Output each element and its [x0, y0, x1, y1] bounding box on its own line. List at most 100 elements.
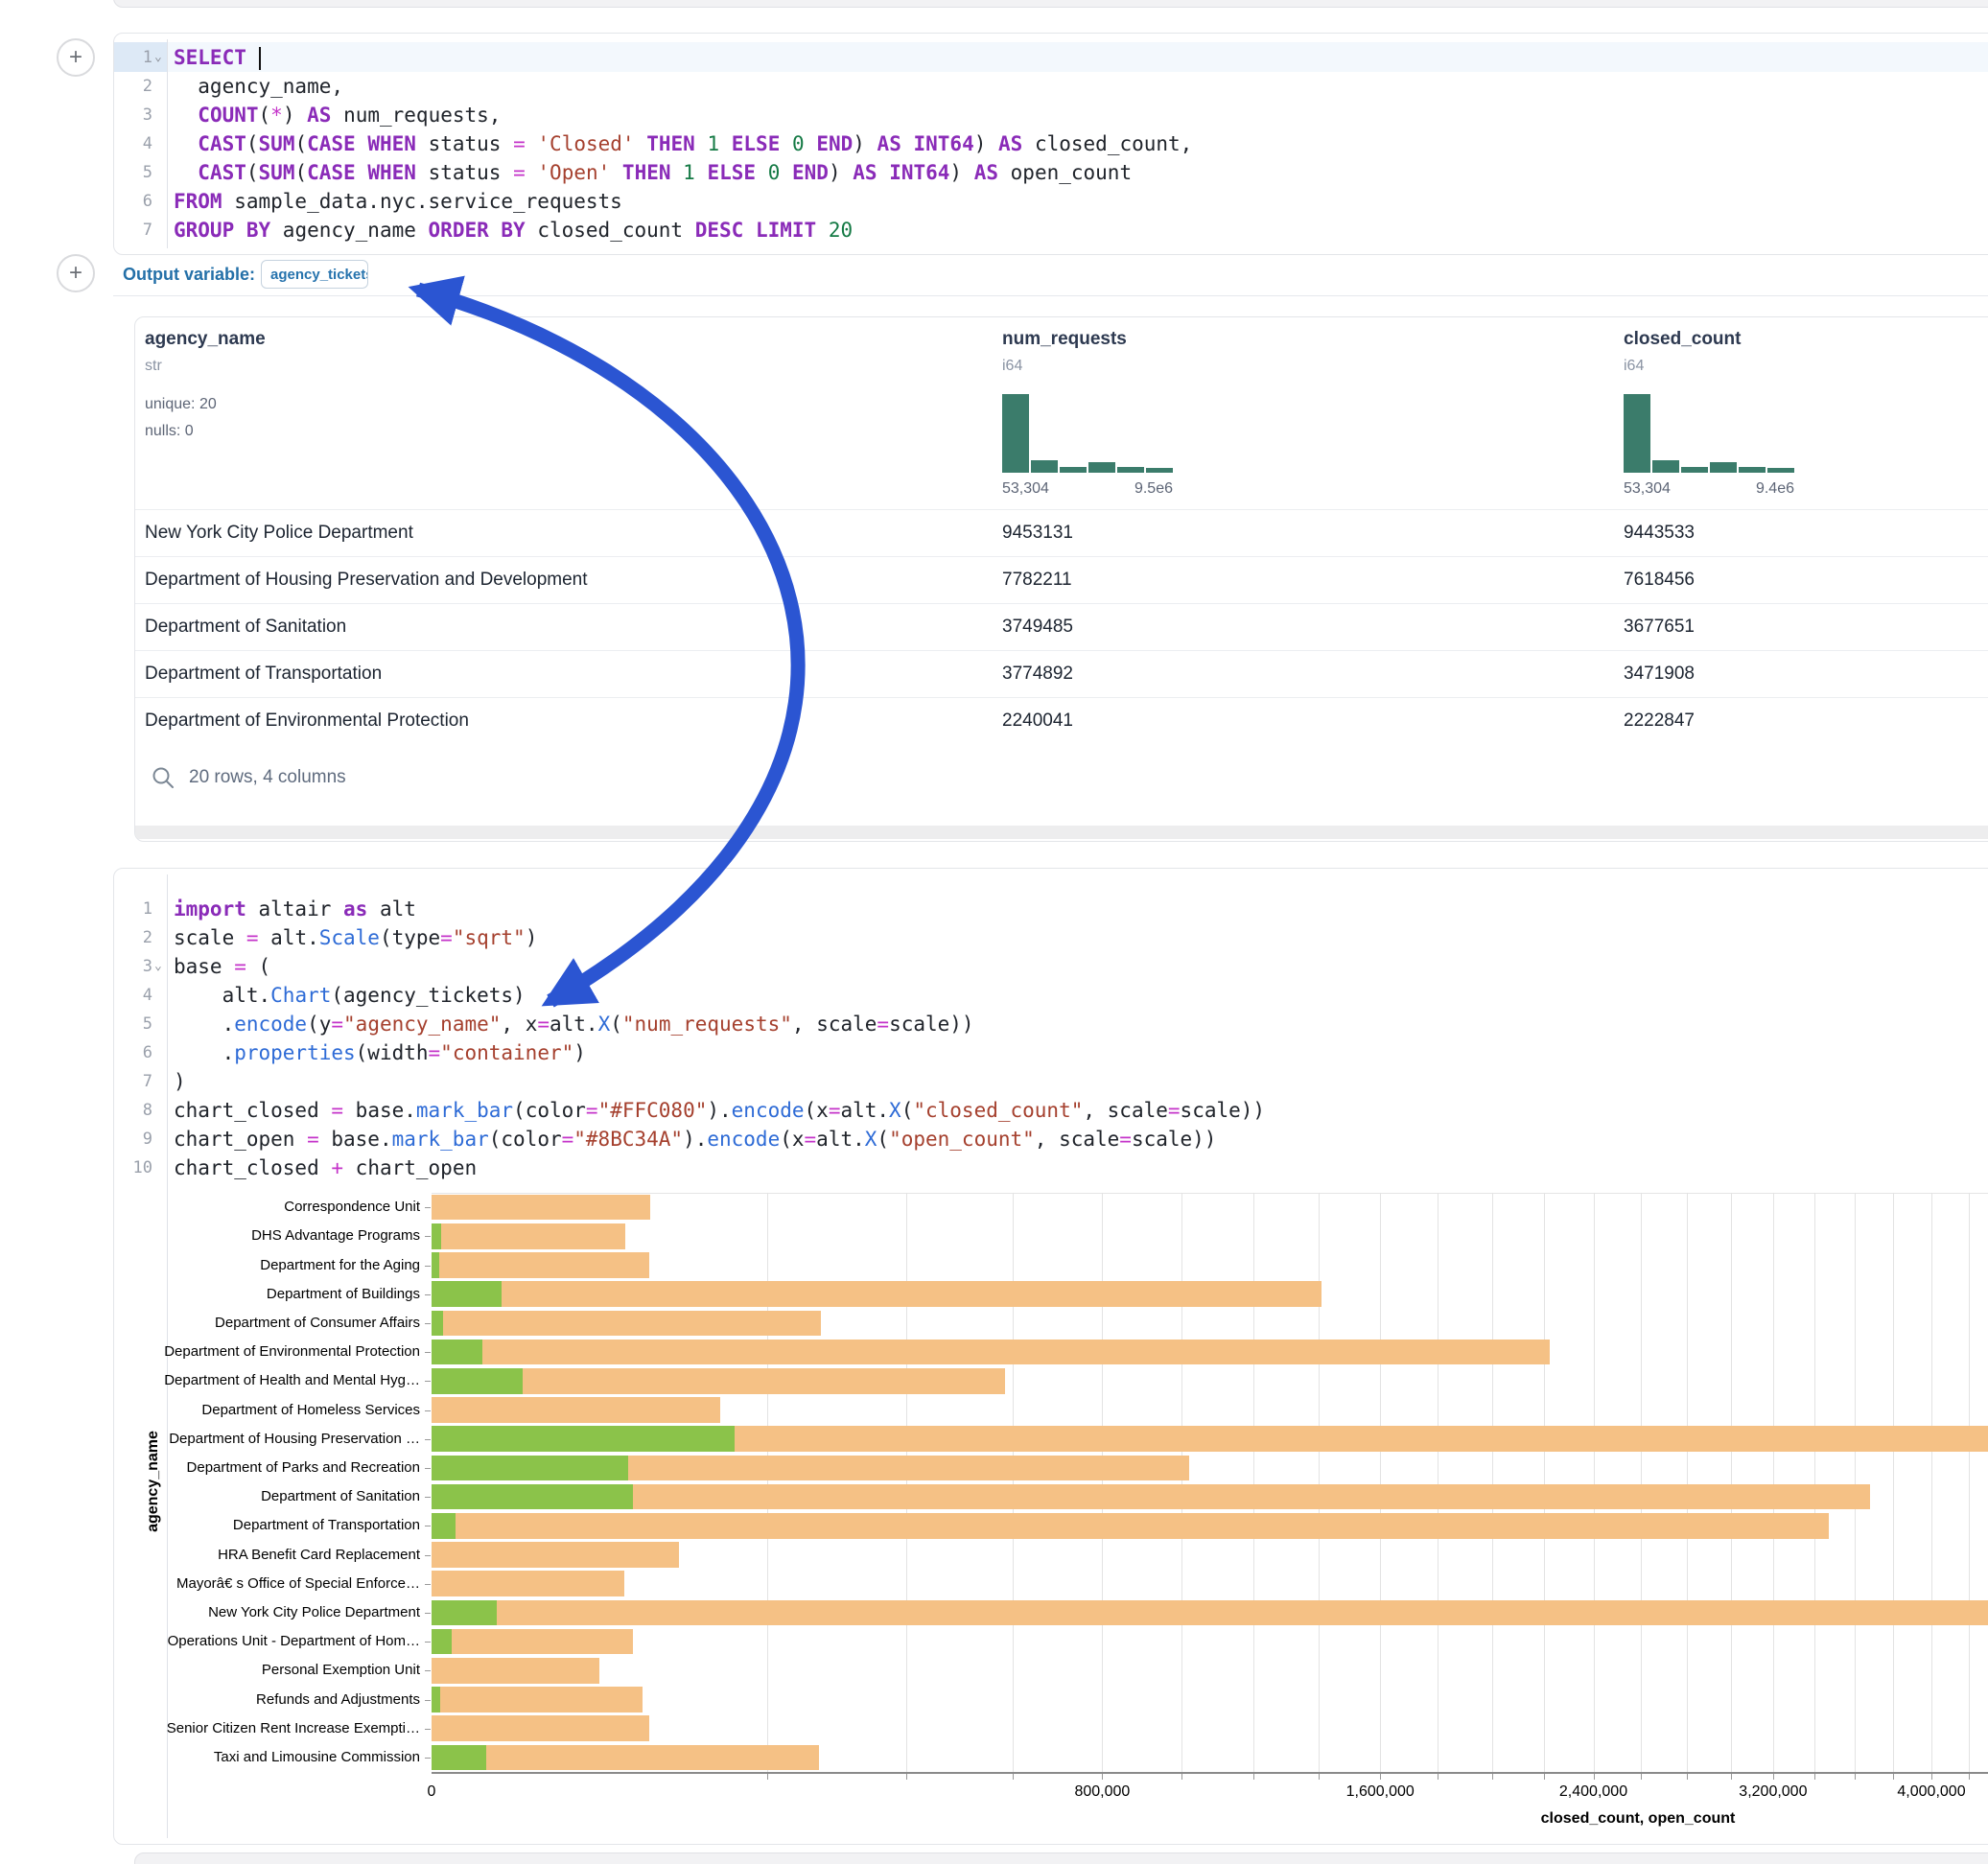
line-number: 2: [114, 72, 152, 101]
column-header-agency_name[interactable]: agency_namestrunique: 20nulls: 0: [145, 317, 461, 509]
code-line[interactable]: 9 chart_open = base.mark_bar(color="#8BC3…: [114, 1125, 1988, 1153]
code-line[interactable]: 4 alt.Chart(agency_tickets): [114, 981, 1988, 1010]
gutter-divider: [167, 39, 168, 248]
add-cell-button-middle[interactable]: +: [57, 254, 95, 292]
gutter-divider: [167, 874, 168, 1838]
table-row[interactable]: Department of Environmental Protection22…: [135, 697, 1988, 745]
code-text: SELECT: [174, 43, 261, 72]
column-type: i64: [1624, 358, 1644, 375]
code-line[interactable]: 6 .properties(width="container"): [114, 1038, 1988, 1067]
line-number: 3: [114, 952, 152, 981]
code-line[interactable]: 5 CAST(SUM(CASE WHEN status = 'Open' THE…: [114, 158, 1988, 187]
line-number: 1: [114, 895, 152, 923]
code-line[interactable]: 3 COUNT(*) AS num_requests,: [114, 101, 1988, 129]
table-cell: 3749485: [1002, 617, 1073, 638]
result-table-card: agency_namestrunique: 20nulls: 0num_requ…: [134, 316, 1988, 842]
line-number: 1: [114, 43, 152, 72]
collapse-caret-icon[interactable]: ⌄: [154, 43, 162, 72]
column-type: i64: [1002, 358, 1022, 375]
line-number: 6: [114, 187, 152, 216]
histogram-bar: [1117, 467, 1144, 473]
code-text: FROM sample_data.nyc.service_requests: [174, 187, 622, 216]
line-number: 7: [114, 216, 152, 245]
code-text: CAST(SUM(CASE WHEN status = 'Closed' THE…: [174, 129, 1192, 158]
line-number: 3: [114, 101, 152, 129]
line-number: 9: [114, 1125, 152, 1153]
code-line[interactable]: 8 chart_closed = base.mark_bar(color="#FF…: [114, 1096, 1988, 1125]
histogram-bar: [1088, 462, 1115, 473]
code-text: alt.Chart(agency_tickets): [174, 981, 526, 1010]
histogram-bar: [1060, 467, 1087, 473]
line-number: 4: [114, 129, 152, 158]
histogram-bar: [1710, 462, 1737, 473]
notebook-page: + + 1⌄SELECT 2 agency_name,3 COUNT(*) AS…: [0, 0, 1988, 1864]
table-cell: 3677651: [1624, 617, 1695, 638]
table-cell: Department of Transportation: [145, 664, 382, 685]
table-cell: Department of Housing Preservation and D…: [145, 570, 588, 591]
column-header-num_requests[interactable]: num_requestsi6453,3049.5e6: [1002, 317, 1319, 509]
code-line[interactable]: 2scale = alt.Scale(type="sqrt"): [114, 923, 1988, 952]
output-variable-label: Output variable:: [123, 265, 255, 285]
line-number: 10: [114, 1153, 152, 1182]
output-variable-pill[interactable]: agency_tickets: [261, 260, 368, 289]
histogram-bar: [1767, 468, 1794, 473]
python-cell[interactable]: 1 import altair as alt2scale = alt.Scale(…: [113, 868, 1988, 1845]
text-cursor: [259, 47, 261, 70]
table-row[interactable]: Department of Transportation377489234719…: [135, 650, 1988, 698]
line-number: 8: [114, 1096, 152, 1125]
column-name: closed_count: [1624, 329, 1741, 350]
table-row[interactable]: Department of Housing Preservation and D…: [135, 556, 1988, 604]
code-line[interactable]: 7): [114, 1067, 1988, 1096]
column-header-closed_count[interactable]: closed_counti6453,3049.4e6: [1624, 317, 1940, 509]
table-cell: 3774892: [1002, 664, 1073, 685]
code-line[interactable]: 3⌄ base = (: [114, 952, 1988, 981]
table-cell: 9453131: [1002, 523, 1073, 544]
code-line[interactable]: 2 agency_name,: [114, 72, 1988, 101]
histogram-bar: [1002, 394, 1029, 473]
table-row[interactable]: New York City Police Department 9453131 94…: [135, 509, 1988, 557]
code-line[interactable]: 10chart_closed + chart_open: [114, 1153, 1988, 1182]
table-row[interactable]: Department of Sanitation 3749485 3677651: [135, 603, 1988, 651]
code-text: CAST(SUM(CASE WHEN status = 'Open' THEN …: [174, 158, 1132, 187]
table-cell: 7782211: [1002, 570, 1072, 591]
code-text: import altair as alt: [174, 895, 416, 923]
code-text: .encode(y="agency_name", x=alt.X("num_re…: [174, 1010, 974, 1038]
search-icon[interactable]: [151, 765, 175, 790]
code-text: COUNT(*) AS num_requests,: [174, 101, 501, 129]
table-cell: New York City Police Department: [145, 523, 413, 544]
histogram-max-label: 9.5e6: [1002, 480, 1173, 498]
line-number: 7: [114, 1067, 152, 1096]
column-type: str: [145, 358, 162, 375]
collapse-caret-icon[interactable]: ⌄: [154, 952, 162, 981]
next-cell-partial: [134, 1852, 1988, 1864]
histogram-bar: [1031, 460, 1058, 473]
sql-cell[interactable]: 1⌄SELECT 2 agency_name,3 COUNT(*) AS num…: [113, 33, 1988, 255]
code-line[interactable]: 4 CAST(SUM(CASE WHEN status = 'Closed' T…: [114, 129, 1988, 158]
code-text: chart_open = base.mark_bar(color="#8BC34…: [174, 1125, 1216, 1153]
code-line[interactable]: 1⌄ SELECT: [114, 43, 1988, 72]
code-line[interactable]: 5 .encode(y="agency_name", x=alt.X("num_…: [114, 1010, 1988, 1038]
code-text: base = (: [174, 952, 270, 981]
line-number: 6: [114, 1038, 152, 1067]
code-text: agency_name,: [174, 72, 343, 101]
column-name: agency_name: [145, 329, 266, 350]
line-number: 4: [114, 981, 152, 1010]
code-line[interactable]: 7 GROUP BY agency_name ORDER BY closed_co…: [114, 216, 1988, 245]
code-text: GROUP BY agency_name ORDER BY closed_cou…: [174, 216, 853, 245]
previous-cell-partial: [113, 0, 1988, 8]
code-text: scale = alt.Scale(type="sqrt"): [174, 923, 537, 952]
column-stat-nulls: nulls: 0: [145, 423, 194, 440]
table-cell: 9443533: [1624, 523, 1695, 544]
line-number: 5: [114, 158, 152, 187]
code-line[interactable]: 6 FROM sample_data.nyc.service_requests: [114, 187, 1988, 216]
add-cell-button-top[interactable]: +: [57, 38, 95, 77]
code-text: .properties(width="container"): [174, 1038, 586, 1067]
histogram-bar: [1624, 394, 1650, 473]
horizontal-scrollbar[interactable]: [135, 826, 1988, 839]
histogram-bar: [1739, 467, 1766, 473]
table-cell: Department of Sanitation: [145, 617, 346, 638]
code-text: chart_closed = base.mark_bar(color="#FFC…: [174, 1096, 1265, 1125]
code-line[interactable]: 1 import altair as alt: [114, 895, 1988, 923]
line-number: 5: [114, 1010, 152, 1038]
table-cell: Department of Environmental Protection: [145, 711, 469, 732]
